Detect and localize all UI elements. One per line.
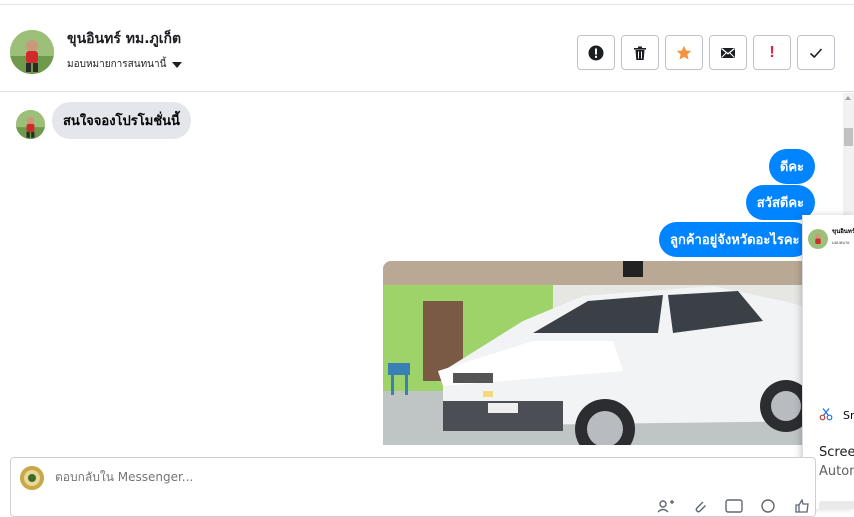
exclamation-circle-icon	[588, 45, 604, 60]
star-button[interactable]	[665, 35, 703, 70]
envelope-icon	[721, 47, 735, 58]
report-button[interactable]	[577, 35, 615, 70]
scissors-icon	[819, 408, 833, 421]
gif-icon[interactable]	[725, 499, 743, 513]
emoji-icon[interactable]	[759, 499, 777, 513]
reply-composer	[10, 457, 816, 517]
attachment-icon[interactable]	[691, 499, 709, 513]
saved-reply-icon[interactable]	[657, 499, 675, 513]
mark-unread-button[interactable]	[709, 35, 747, 70]
delete-button[interactable]	[621, 35, 659, 70]
scroll-up-arrow-icon[interactable]	[845, 96, 851, 100]
assign-conversation-dropdown[interactable]: มอบหมายการสนทนานี้	[67, 57, 183, 72]
outgoing-message[interactable]: ลูกค้าอยู่จังหวัดอะไรคะ	[659, 222, 811, 257]
assign-label: มอบหมายการสนทนานี้	[67, 59, 167, 70]
follow-up-button[interactable]: !	[753, 35, 791, 70]
scrollbar-thumb[interactable]	[844, 128, 853, 146]
composer-toolbar	[657, 499, 811, 513]
conversation-actions: !	[577, 35, 835, 70]
mark-done-button[interactable]	[797, 35, 835, 70]
reply-input[interactable]	[55, 470, 615, 484]
incoming-message[interactable]: สนใจจองโปรโมชั่นนี้	[52, 102, 191, 139]
trash-icon	[634, 46, 646, 60]
contact-avatar[interactable]	[10, 30, 54, 74]
mini-avatar	[808, 229, 828, 249]
like-icon[interactable]	[793, 499, 811, 513]
car-photo-attachment[interactable]	[383, 261, 815, 445]
mini-assign-label: มอบหมาย	[832, 240, 850, 245]
conversation-header: ขุนอินทร์ ทม.ภูเก็ต มอบหมายการสนทนานี้ !	[0, 5, 854, 92]
message-thread[interactable]: สนใจจองโปรโมชั่นนี้ ดีคะ สวัสดีคะ ลูกค้า…	[0, 93, 843, 445]
chevron-down-icon	[172, 61, 183, 68]
page-avatar	[20, 466, 44, 490]
exclamation-icon: !	[769, 43, 775, 61]
sender-avatar	[16, 110, 45, 139]
notification-button[interactable]	[819, 501, 854, 509]
notification-title: Screen	[819, 445, 854, 460]
checkmark-icon	[809, 47, 823, 58]
notification-subtitle: Autom	[819, 464, 854, 479]
outgoing-message[interactable]: ดีคะ	[768, 149, 815, 184]
contact-name[interactable]: ขุนอินทร์ ทม.ภูเก็ต	[67, 28, 181, 50]
snip-app-label: Sn	[843, 409, 854, 422]
mini-contact-name: ขุนอินทร์	[832, 228, 854, 235]
star-icon	[676, 45, 692, 59]
